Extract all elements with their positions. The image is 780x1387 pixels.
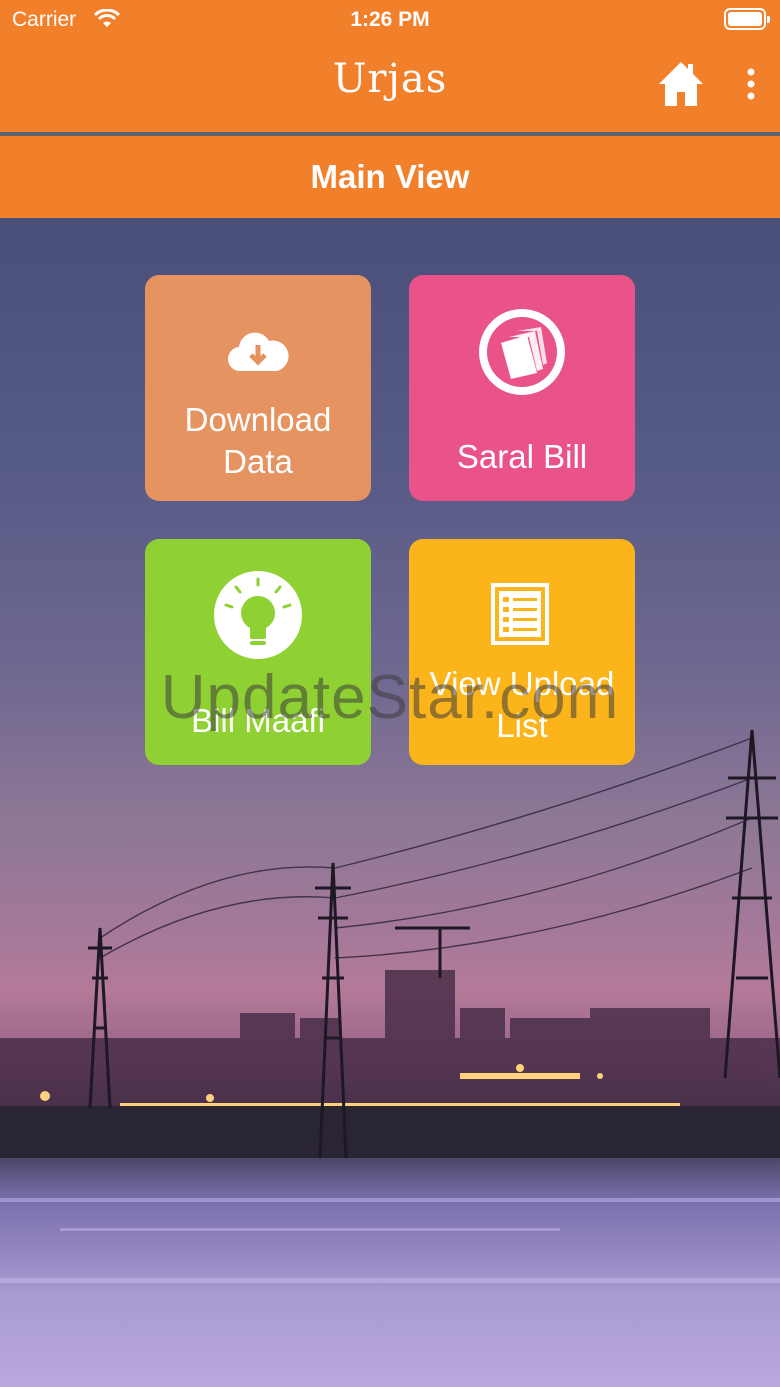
cloud-download-icon bbox=[227, 331, 289, 378]
home-icon[interactable] bbox=[655, 58, 707, 110]
view-upload-list-label-line2: List bbox=[496, 707, 548, 744]
view-upload-list-label-line1: View Upload bbox=[429, 665, 615, 702]
saral-bill-tile[interactable]: Saral Bill bbox=[409, 275, 635, 501]
list-document-icon bbox=[491, 583, 549, 650]
nav-bar: Urjas bbox=[0, 40, 780, 132]
view-upload-list-tile[interactable]: View Upload List bbox=[409, 539, 635, 765]
download-data-label-line1: Download bbox=[184, 401, 332, 438]
background-image bbox=[0, 218, 780, 1387]
lightbulb-icon bbox=[212, 569, 304, 666]
saral-bill-label: Saral Bill bbox=[456, 438, 588, 475]
clock: 1:26 PM bbox=[350, 8, 430, 31]
more-vertical-icon[interactable] bbox=[740, 64, 762, 104]
download-data-label-line2: Data bbox=[223, 443, 293, 480]
status-bar: Carrier 1:26 PM bbox=[0, 0, 780, 40]
bill-papers-icon bbox=[475, 305, 569, 404]
bill-maafi-tile[interactable]: Bill Maafi bbox=[145, 539, 371, 765]
page-title: Main View bbox=[0, 136, 780, 218]
battery-icon bbox=[724, 8, 770, 30]
download-data-tile[interactable]: Download Data bbox=[145, 275, 371, 501]
bill-maafi-label: Bill Maafi bbox=[191, 702, 325, 739]
